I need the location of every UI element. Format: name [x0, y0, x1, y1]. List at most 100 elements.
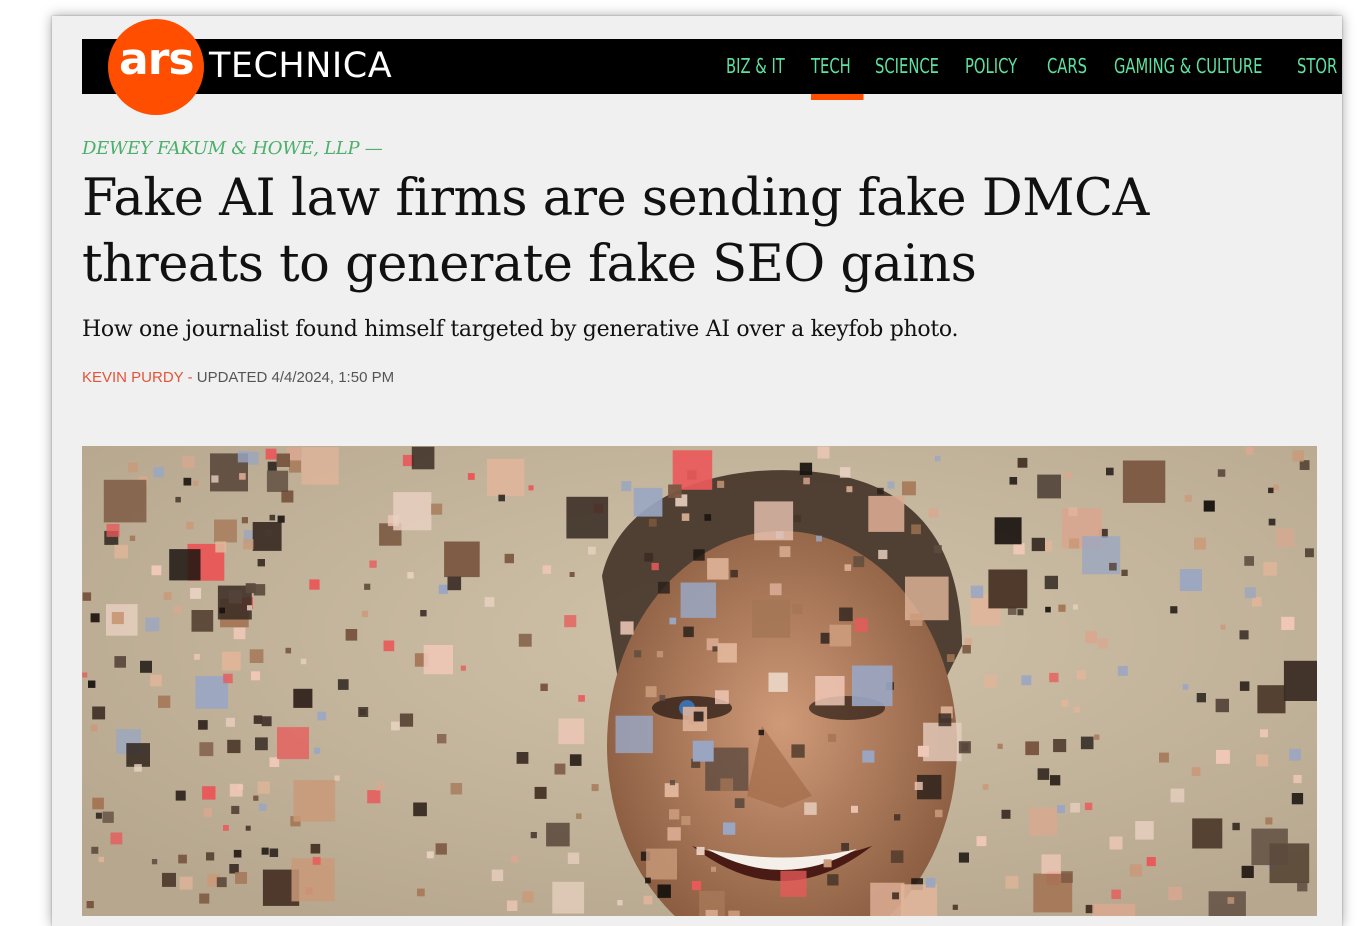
collage-fragment [1182, 684, 1189, 690]
collage-fragment [134, 764, 142, 772]
collage-fragment [111, 612, 124, 625]
collage-fragment [293, 780, 336, 822]
collage-fragment [243, 539, 254, 550]
collage-fragment [645, 686, 657, 698]
collage-fragment [1220, 624, 1226, 630]
collage-fragment [815, 676, 845, 706]
collage-fragment [182, 455, 195, 469]
collage-fragment [1073, 604, 1078, 610]
collage-fragment [844, 564, 852, 571]
collage-fragment [828, 733, 837, 742]
collage-fragment [566, 496, 609, 539]
collage-fragment [935, 809, 943, 818]
collage-fragment [444, 541, 480, 578]
collage-fragment [693, 549, 705, 561]
collage-fragment [91, 846, 99, 854]
collage-fragment [576, 813, 582, 819]
collage-fragment [984, 674, 997, 688]
collage-fragment [1265, 817, 1273, 825]
collage-fragment [1080, 736, 1094, 750]
collage-fragment [522, 891, 534, 903]
nav-item-store[interactable]: STOR [1297, 54, 1342, 84]
collage-fragment [90, 724, 98, 732]
collage-fragment [223, 673, 233, 684]
collage-fragment [717, 643, 737, 663]
collage-fragment [909, 613, 923, 626]
collage-fragment [393, 492, 432, 531]
collage-fragment [383, 640, 395, 652]
collage-fragment [1129, 864, 1143, 877]
nav-item-biz-it[interactable]: BIZ & IT [726, 54, 796, 84]
collage-fragment [803, 477, 810, 485]
collage-fragment [413, 802, 427, 817]
collage-fragment [657, 884, 671, 898]
collage-fragment [1170, 606, 1178, 614]
collage-fragment [868, 495, 905, 532]
author-link[interactable]: KEVIN PURDY [82, 369, 183, 386]
collage-fragment [417, 888, 425, 897]
collage-fragment [928, 508, 939, 518]
collage-fragment [266, 470, 289, 492]
collage-fragment [110, 832, 123, 845]
logo-technica-text[interactable]: TECHNICA [209, 49, 392, 84]
collage-fragment [1244, 587, 1256, 599]
collage-fragment [179, 876, 193, 890]
collage-fragment [237, 451, 250, 463]
collage-fragment [199, 742, 214, 757]
collage-fragment [911, 524, 921, 535]
collage-fragment [225, 717, 235, 727]
collage-fragment [1111, 889, 1121, 900]
collage-fragment [1094, 734, 1100, 740]
collage-fragment [829, 624, 852, 647]
collage-fragment [450, 783, 463, 795]
collage-fragment [253, 715, 263, 724]
article-kicker[interactable]: DEWEY FAKUM & HOWE, LLP — [82, 138, 383, 159]
collage-fragment [484, 597, 495, 607]
hero-image[interactable] [82, 446, 1317, 916]
collage-fragment [705, 909, 718, 916]
collage-fragment [1216, 749, 1230, 764]
collage-fragment [126, 743, 150, 767]
collage-fragment [175, 496, 181, 503]
collage-fragment [259, 803, 267, 811]
collage-fragment [1025, 741, 1039, 756]
logo-ars-text[interactable]: ars [119, 38, 195, 82]
nav-item-policy[interactable]: POLICY [965, 54, 1032, 84]
collage-fragment [498, 494, 505, 502]
collage-fragment [1227, 897, 1235, 904]
nav-item-gaming-culture[interactable]: GAMING & CULTURE [1114, 54, 1264, 84]
collage-fragment [1029, 807, 1058, 836]
collage-fragment [793, 514, 801, 523]
collage-fragment [1070, 802, 1080, 813]
collage-fragment [554, 763, 566, 775]
collage-fragment [518, 633, 532, 647]
collage-fragment [1260, 729, 1268, 738]
collage-fragment [265, 448, 277, 460]
collage-fragment [669, 780, 675, 786]
collage-fragment [558, 718, 585, 745]
collage-fragment [128, 462, 138, 473]
collage-fragment [229, 783, 243, 797]
collage-fragment [839, 607, 853, 622]
collage-fragment [1275, 528, 1295, 547]
collage-fragment [261, 716, 272, 727]
collage-fragment [870, 882, 905, 916]
collage-fragment [669, 617, 677, 625]
collage-fragment [516, 752, 529, 764]
collage-fragment [667, 827, 681, 841]
nav-item-cars[interactable]: CARS [1047, 54, 1102, 84]
collage-fragment [431, 503, 443, 515]
collage-fragment [216, 877, 227, 888]
collage-fragment [933, 545, 942, 554]
collage-fragment [1109, 836, 1123, 850]
collage-fragment [645, 877, 651, 884]
collage-fragment [779, 546, 791, 558]
collage-fragment [1194, 537, 1206, 550]
nav-item-tech[interactable]: TECH [811, 54, 864, 100]
collage-fragment [534, 786, 547, 799]
collage-fragment [1239, 681, 1250, 691]
collage-fragment [816, 535, 822, 542]
collage-fragment [546, 822, 570, 847]
collage-fragment [1005, 875, 1019, 889]
nav-item-science[interactable]: SCIENCE [875, 54, 949, 84]
